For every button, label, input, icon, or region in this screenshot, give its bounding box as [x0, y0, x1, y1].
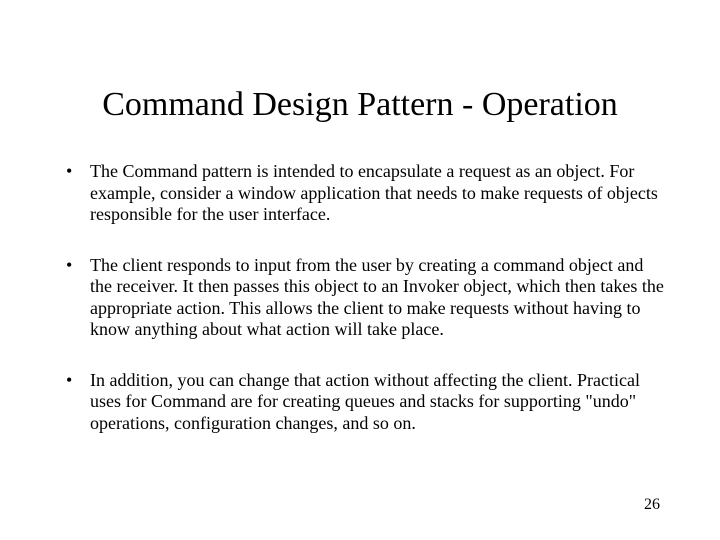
- bullet-item: The client responds to input from the us…: [56, 255, 664, 340]
- bullet-item: The Command pattern is intended to encap…: [56, 161, 664, 225]
- slide-title: Command Design Pattern - Operation: [56, 0, 664, 123]
- slide: Command Design Pattern - Operation The C…: [0, 0, 720, 540]
- slide-body: The Command pattern is intended to encap…: [56, 161, 664, 433]
- bullet-list: The Command pattern is intended to encap…: [56, 161, 664, 433]
- page-number: 26: [644, 496, 660, 514]
- bullet-item: In addition, you can change that action …: [56, 370, 664, 434]
